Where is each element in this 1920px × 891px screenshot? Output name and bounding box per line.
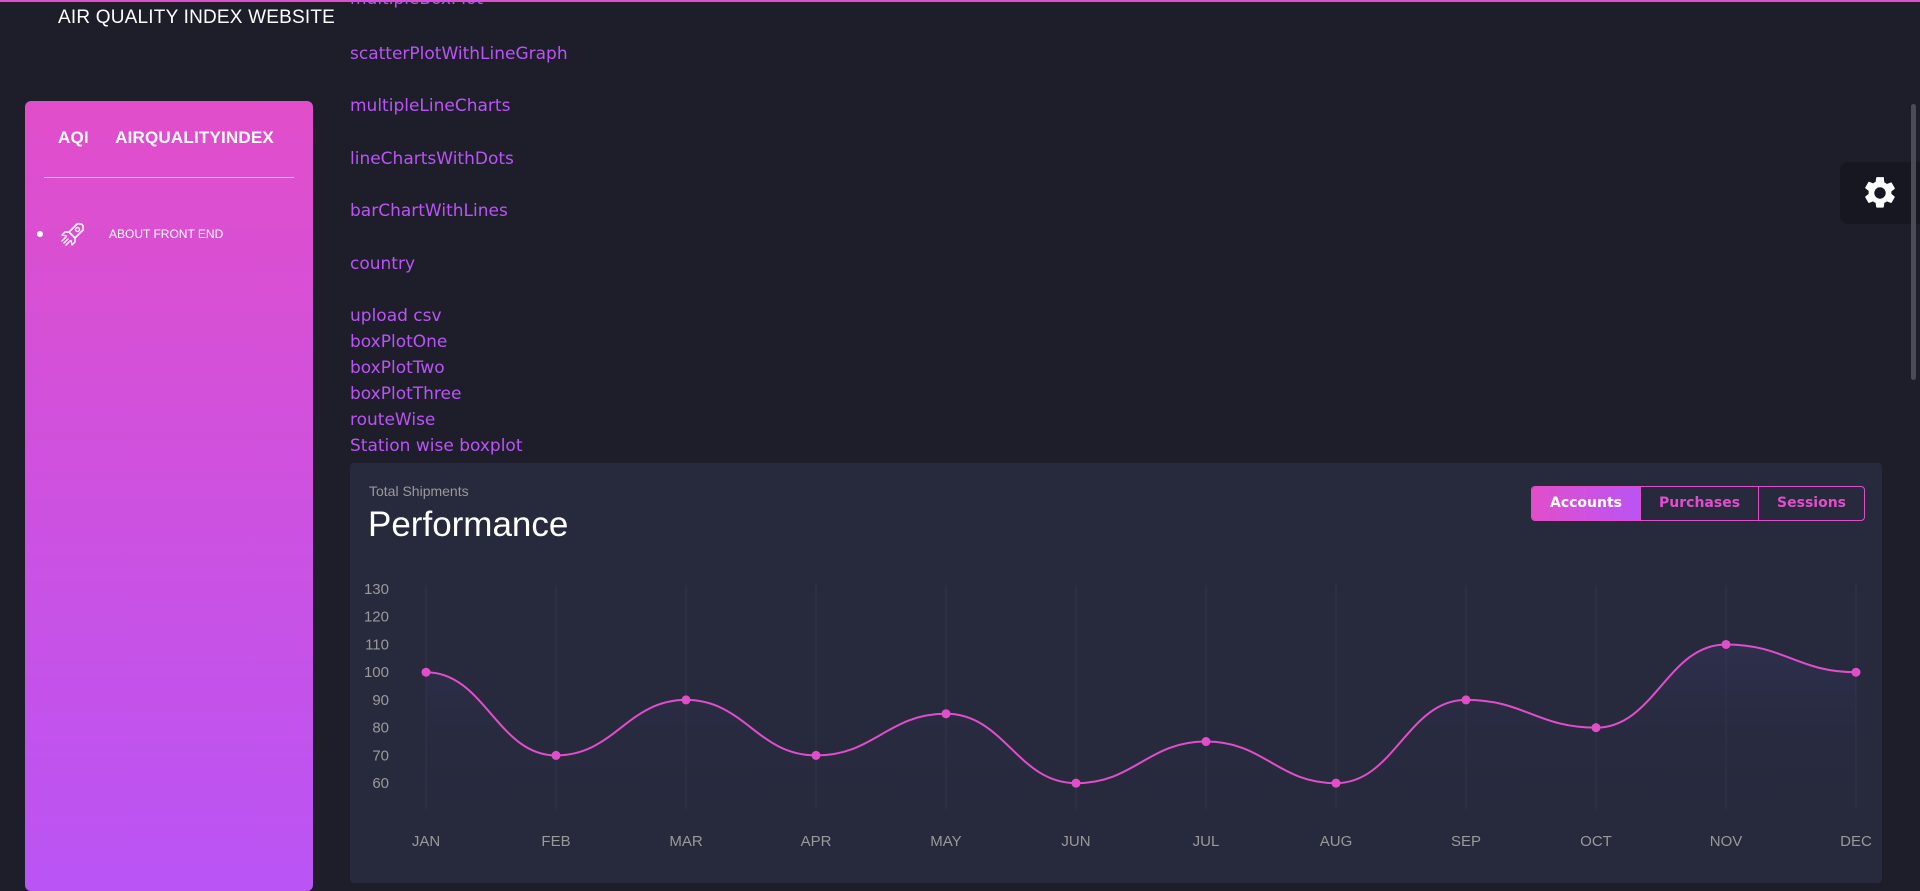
settings-button[interactable] [1840,162,1920,224]
page-scrollbar[interactable] [1911,104,1916,380]
logo-mini[interactable]: AQI [58,128,89,147]
x-tick-label: MAY [930,833,961,850]
link-route-wise[interactable]: routeWise [350,410,435,430]
link-scatter-plot-with-line-graph[interactable]: scatterPlotWithLineGraph [350,44,568,64]
x-tick-label: FEB [541,833,570,850]
x-tick-label: JAN [412,833,440,850]
link-country[interactable]: country [350,254,415,274]
sidebar-logo[interactable]: AQI AIRQUALITYINDEX [58,128,274,148]
top-accent-line [0,0,1920,2]
x-tick-label: DEC [1840,833,1872,850]
link-multiple-box-plot[interactable]: multipleBoxPlot [350,0,483,9]
link-bar-chart-with-lines[interactable]: barChartWithLines [350,201,508,221]
data-point [551,750,561,760]
data-point [1721,639,1731,649]
link-multiple-line-charts[interactable]: multipleLineCharts [350,96,510,116]
sidebar: AQI AIRQUALITYINDEX ABOUT FRONT END [25,101,313,891]
x-tick-label: APR [801,833,832,850]
x-tick-label: OCT [1580,833,1612,850]
y-tick-label: 100 [364,664,389,681]
data-point [811,750,821,760]
y-tick-label: 90 [372,692,389,709]
brand-title[interactable]: AIR QUALITY INDEX WEBSITE [58,7,335,29]
data-point [1851,667,1861,677]
data-point [941,709,951,719]
link-box-plot-one[interactable]: boxPlotOne [350,332,447,352]
data-point [1461,695,1471,705]
data-point [681,695,691,705]
logo-normal[interactable]: AIRQUALITYINDEX [115,128,274,147]
data-point [421,667,431,677]
link-station-wise-boxplot[interactable]: Station wise boxplot [350,436,523,456]
performance-chart: 60 70 80 90 100 110 120 130 JAN FEB MAR APR MAY JUN JU… [364,581,1872,850]
x-tick-label: SEP [1451,833,1481,850]
x-tick-label: MAR [669,833,703,850]
link-box-plot-three[interactable]: boxPlotThree [350,384,461,404]
sidebar-item-about-front-end[interactable]: ABOUT FRONT END [37,216,297,252]
x-tick-label: NOV [1710,833,1743,850]
x-tick-label: AUG [1320,833,1353,850]
x-tick-label: JUN [1061,833,1090,850]
data-point [1071,778,1081,788]
gear-icon [1865,177,1895,208]
x-tick-label: JUL [1193,833,1220,850]
data-point [1201,737,1211,747]
data-point [1331,778,1341,788]
sidebar-divider [44,177,294,178]
active-dot-icon [37,231,43,237]
y-tick-label: 60 [372,775,389,792]
y-tick-label: 120 [364,609,389,626]
performance-card: Total Shipments Performance Accounts Pur… [350,463,1882,883]
link-line-charts-with-dots[interactable]: lineChartsWithDots [350,149,514,169]
y-tick-label: 70 [372,747,389,764]
y-tick-label: 80 [372,720,389,737]
data-point [1591,723,1601,733]
y-tick-label: 110 [365,636,389,653]
rocket-icon [61,222,85,246]
link-box-plot-two[interactable]: boxPlotTwo [350,358,445,378]
series-area [426,644,1856,809]
link-upload-csv[interactable]: upload csv [350,306,442,326]
sidebar-item-label: ABOUT FRONT END [109,227,224,241]
y-tick-label: 130 [364,581,389,598]
